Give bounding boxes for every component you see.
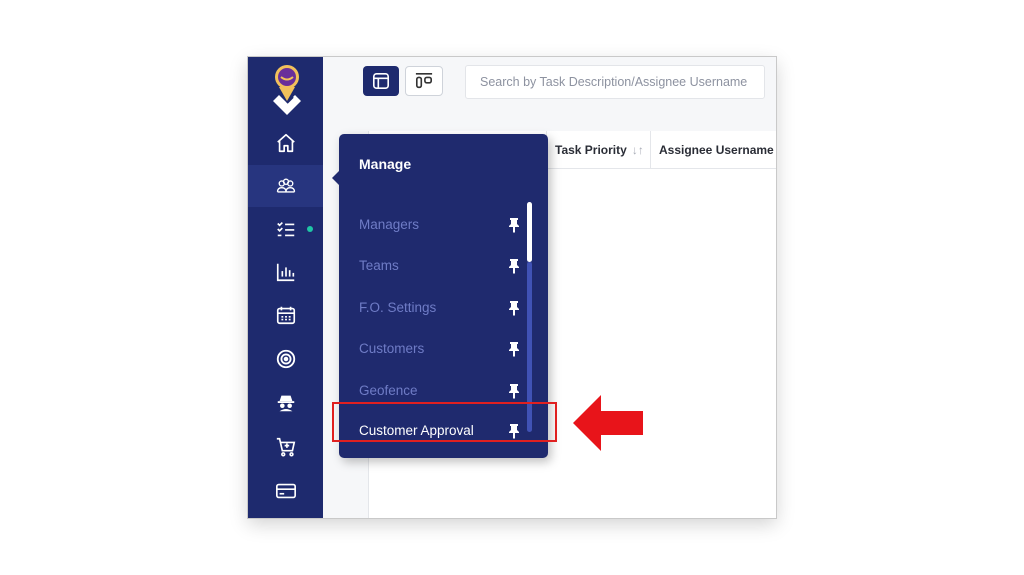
sort-icon[interactable]: ↓↑	[632, 143, 644, 157]
bar-chart-icon	[276, 263, 294, 282]
pin-icon[interactable]	[507, 300, 521, 316]
column-assignee-username[interactable]: Assignee Username ↓	[650, 131, 776, 168]
credit-card-icon	[275, 483, 296, 499]
nav-calendar[interactable]	[248, 294, 323, 336]
pin-icon[interactable]	[507, 341, 521, 357]
nav-home[interactable]	[248, 122, 323, 164]
target-icon	[276, 349, 295, 369]
pin-icon[interactable]	[507, 258, 521, 274]
nav-billing[interactable]	[248, 470, 323, 512]
app-logo[interactable]	[269, 63, 305, 119]
board-view-icon	[415, 72, 433, 89]
menu-item-fo-settings[interactable]: F.O. Settings	[339, 288, 535, 330]
column-task-priority[interactable]: Task Priority ↓↑	[546, 131, 650, 168]
table-view-icon	[372, 72, 390, 90]
nav-target[interactable]	[248, 338, 323, 380]
search-input[interactable]	[465, 65, 765, 99]
nav-tasks[interactable]	[248, 208, 323, 250]
menu-item-label: Customers	[359, 341, 425, 356]
column-label: Assignee Username	[659, 142, 774, 157]
menu-caret	[332, 170, 340, 186]
sidebar	[248, 57, 323, 518]
table-view-button[interactable]	[363, 66, 399, 96]
nav-cart[interactable]	[248, 426, 323, 468]
column-label: Task Priority	[555, 142, 627, 157]
team-icon	[276, 178, 295, 193]
left-arrow-icon	[573, 395, 643, 451]
incognito-icon	[277, 395, 294, 412]
nav-manage[interactable]	[248, 165, 323, 207]
board-view-button[interactable]	[405, 66, 443, 96]
home-icon	[276, 133, 295, 153]
app-window: Task Priority ↓↑ Assignee Username ↓ Man…	[248, 57, 776, 518]
menu-item-managers[interactable]: Managers	[339, 205, 535, 247]
cart-plus-icon	[276, 437, 295, 457]
menu-item-label: Managers	[359, 217, 420, 232]
pin-icon[interactable]	[507, 383, 521, 399]
calendar-icon	[276, 306, 295, 325]
menu-title: Manage	[359, 156, 412, 172]
menu-item-label: Geofence	[359, 383, 418, 398]
menu-item-customers[interactable]: Customers	[339, 329, 535, 371]
pin-icon[interactable]	[507, 217, 521, 233]
menu-item-teams[interactable]: Teams	[339, 246, 535, 288]
nav-spy[interactable]	[248, 382, 323, 424]
nav-reports[interactable]	[248, 251, 323, 293]
menu-item-label: F.O. Settings	[359, 300, 437, 315]
annotation-highlight-box	[332, 402, 557, 442]
status-dot	[307, 226, 313, 232]
task-list-icon	[276, 221, 294, 237]
menu-item-label: Teams	[359, 258, 399, 273]
